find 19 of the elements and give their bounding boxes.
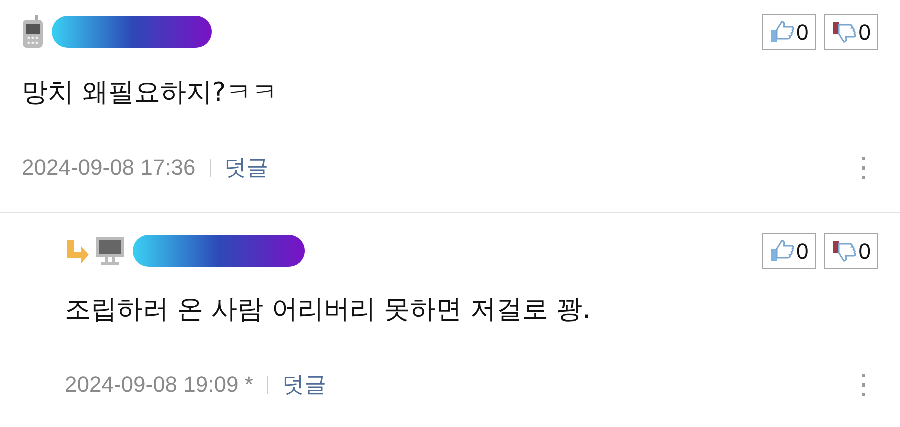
mobile-phone-icon bbox=[22, 15, 44, 49]
thumbs-up-icon bbox=[768, 20, 794, 44]
divider-bar bbox=[267, 376, 268, 394]
reply-link[interactable]: 덧글 bbox=[224, 151, 269, 184]
like-button[interactable]: 0 bbox=[762, 14, 816, 50]
like-button[interactable]: 0 bbox=[762, 233, 816, 269]
monitor-icon bbox=[95, 236, 125, 266]
reply-arrow-icon bbox=[65, 238, 91, 264]
divider-bar bbox=[210, 158, 211, 176]
dislike-button[interactable]: 0 bbox=[824, 14, 878, 50]
comment-date: 2024-09-08 19:09 * bbox=[65, 371, 254, 399]
dislike-button[interactable]: 0 bbox=[824, 233, 878, 269]
thumbs-down-icon bbox=[830, 20, 857, 44]
thumbs-down-icon bbox=[830, 239, 857, 263]
thumbs-up-icon bbox=[768, 239, 794, 263]
reply-link[interactable]: 덧글 bbox=[282, 368, 326, 401]
comment-date: 2024-09-08 17:36 bbox=[22, 154, 196, 182]
comment-text: 망치 왜필요하지?ㅋㅋ bbox=[22, 77, 280, 110]
comment-text: 조립하러 온 사람 어리버리 못하면 저걸로 꽝. bbox=[65, 294, 592, 327]
